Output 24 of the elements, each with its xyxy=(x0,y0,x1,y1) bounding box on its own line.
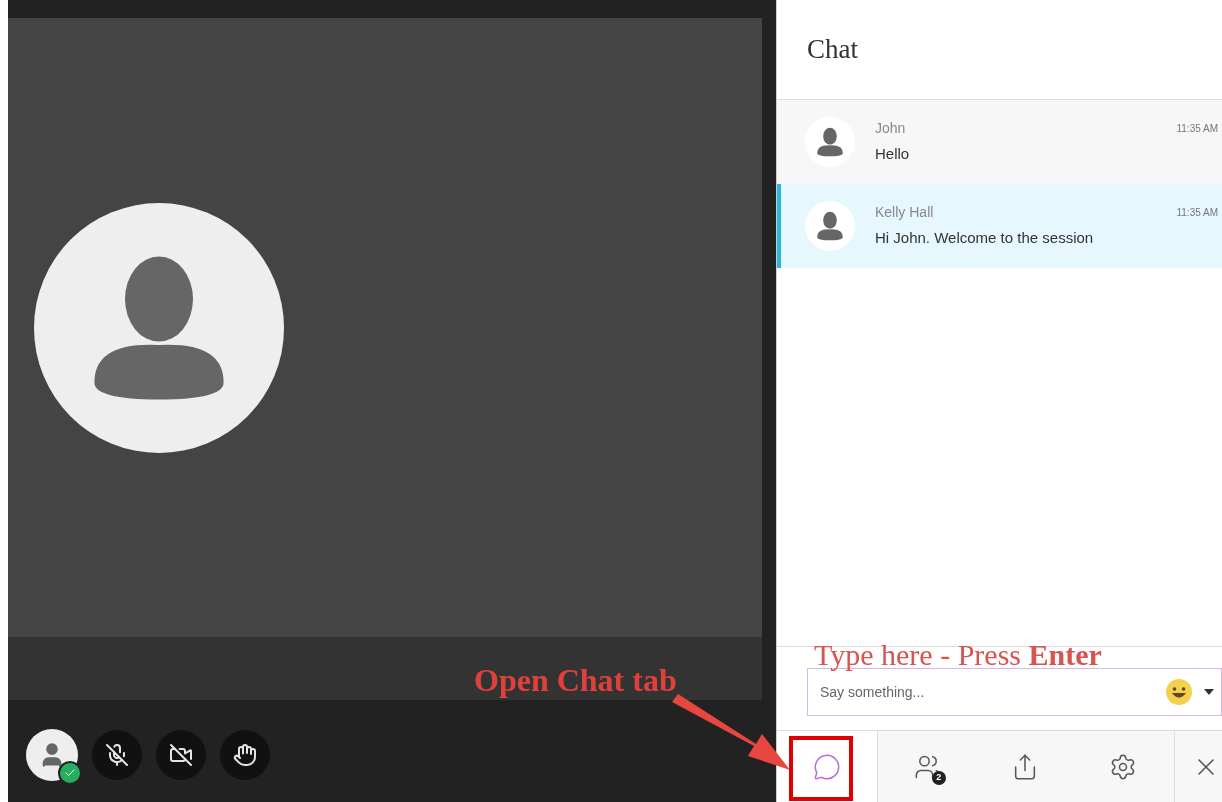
sender-name: Kelly Hall xyxy=(875,203,934,223)
camera-off-icon xyxy=(169,743,193,767)
message-time: 11:35 AM xyxy=(1176,206,1218,221)
message-time: 11:35 AM xyxy=(1176,122,1218,137)
close-tab[interactable] xyxy=(1175,731,1222,802)
smiley-icon xyxy=(1165,678,1193,706)
chat-title: Chat xyxy=(807,33,858,67)
user-avatar[interactable] xyxy=(26,729,78,781)
message-text: Hi John. Welcome to the session xyxy=(875,228,1095,249)
hand-icon xyxy=(233,743,257,767)
message-text: Hello xyxy=(875,144,911,165)
chat-bubble-icon xyxy=(812,752,841,781)
muted-microphone-icon xyxy=(105,743,129,767)
raise-hand-button[interactable] xyxy=(220,730,270,780)
chat-message[interactable]: John 11:35 AM Hello xyxy=(777,100,1222,184)
message-input-field[interactable]: Say something... xyxy=(820,681,1165,703)
chat-message[interactable]: Kelly Hall 11:35 AM Hi John. Welcome to the session xyxy=(777,184,1222,268)
microphone-button[interactable] xyxy=(92,730,142,780)
caret-icon[interactable] xyxy=(1203,688,1215,696)
camera-button[interactable] xyxy=(156,730,206,780)
highlight-frame xyxy=(789,736,853,801)
sender-name: John xyxy=(875,119,906,139)
people-tab[interactable]: 2 xyxy=(877,731,978,802)
callout-label: Open Chat tab xyxy=(474,661,677,700)
